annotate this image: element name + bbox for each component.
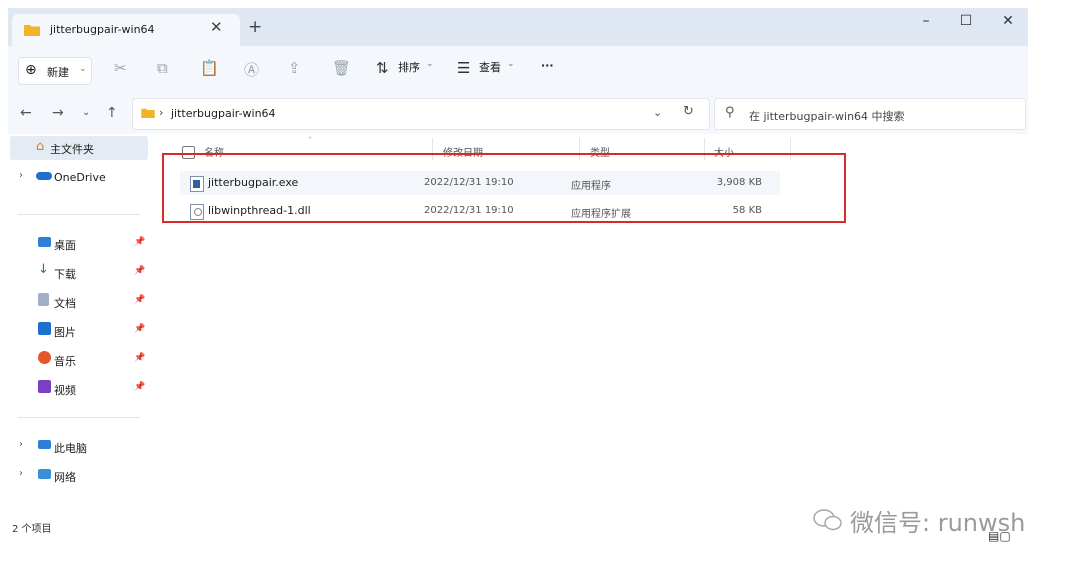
breadcrumb[interactable]: jitterbugpair-win64 — [171, 107, 276, 120]
new-label: 新建 — [47, 66, 69, 79]
folder-icon — [141, 108, 155, 118]
minimize-button[interactable]: – — [906, 13, 946, 29]
pin-icon[interactable]: 📌 — [134, 237, 145, 247]
search-box[interactable]: ⚲ 在 jitterbugpair-win64 中搜索 — [714, 98, 1026, 130]
new-tab-button[interactable]: + — [248, 17, 262, 37]
address-row: ← → ⌄ ↑ › jitterbugpair-win64 ⌄ ↻ ⚲ 在 ji… — [8, 94, 1028, 134]
sort-button[interactable]: 排序 — [398, 59, 420, 75]
sidebar-item-home[interactable]: ⌂ 主文件夹 — [10, 136, 148, 160]
folder-icon — [24, 25, 40, 36]
sidebar-item-downloads[interactable]: ↓ 下载 📌 — [8, 261, 145, 285]
sidebar-item-desktop[interactable]: 桌面 📌 — [8, 232, 145, 256]
search-placeholder: 在 jitterbugpair-win64 中搜索 — [749, 110, 905, 123]
sidebar-item-label: 此电脑 — [54, 442, 87, 455]
highlight-box — [162, 153, 846, 223]
desktop-icon — [38, 237, 51, 247]
delete-icon[interactable]: 🗑 — [332, 59, 351, 77]
music-icon — [38, 351, 51, 364]
up-arrow-icon[interactable]: ↑ — [106, 105, 118, 121]
video-icon — [38, 380, 51, 393]
view-chevron-icon: ⌄ — [507, 59, 515, 69]
wechat-icon — [813, 509, 842, 531]
sidebar-item-label: 主文件夹 — [50, 143, 94, 156]
status-item-count: 2 个项目 — [12, 524, 52, 535]
more-options-button[interactable]: ··· — [541, 59, 554, 72]
sort-ascending-icon: ˄ — [308, 136, 312, 145]
command-bar: ⊕ 新建 ⌄ ✂ ⧉ 📋 Ⓐ ⇪ 🗑 ⇅ 排序 ⌄ ☰ 查看 ⌄ ··· — [8, 46, 1028, 94]
pin-icon[interactable]: 📌 — [134, 295, 145, 305]
rename-icon[interactable]: Ⓐ — [244, 59, 259, 80]
plus-icon: ⊕ — [25, 62, 37, 78]
sidebar-item-music[interactable]: 音乐 📌 — [8, 348, 145, 372]
sort-icon: ⇅ — [376, 59, 389, 77]
picture-icon — [38, 322, 51, 335]
sidebar-item-label: 音乐 — [54, 355, 76, 368]
sidebar-item-label: 文档 — [54, 297, 76, 310]
navigation-pane: ⌂ 主文件夹 › OneDrive 桌面 📌 ↓ 下载 📌 文档 📌 图片 📌 — [8, 134, 152, 526]
view-icon: ☰ — [457, 59, 471, 77]
sidebar-item-label: 视频 — [54, 384, 76, 397]
pin-icon[interactable]: 📌 — [134, 324, 145, 334]
view-button[interactable]: 查看 — [479, 59, 501, 75]
pin-icon[interactable]: 📌 — [134, 353, 145, 363]
tab-title: jitterbugpair-win64 — [50, 23, 155, 36]
download-icon: ↓ — [38, 262, 49, 277]
new-button[interactable]: ⊕ 新建 ⌄ — [18, 57, 92, 85]
sidebar-item-network[interactable]: › 网络 — [8, 464, 144, 488]
pin-icon[interactable]: 📌 — [134, 266, 145, 276]
home-icon: ⌂ — [36, 139, 45, 154]
title-bar: jitterbugpair-win64 ✕ + – ☐ ✕ — [8, 8, 1028, 46]
sidebar-item-label: 下载 — [54, 268, 76, 281]
address-bar[interactable]: › jitterbugpair-win64 ⌄ ↻ — [132, 98, 710, 130]
refresh-icon[interactable]: ↻ — [683, 104, 694, 119]
expand-chevron-icon[interactable]: › — [19, 170, 23, 181]
sidebar-item-label: OneDrive — [54, 171, 106, 184]
sidebar-divider — [18, 214, 140, 215]
document-icon — [38, 293, 49, 306]
file-explorer-window: jitterbugpair-win64 ✕ + – ☐ ✕ ⊕ 新建 ⌄ ✂ ⧉… — [8, 8, 1028, 526]
sidebar-item-onedrive[interactable]: › OneDrive — [8, 166, 144, 190]
cloud-icon — [36, 172, 52, 180]
tab-close-icon[interactable]: ✕ — [210, 18, 223, 36]
sidebar-item-this-pc[interactable]: › 此电脑 — [8, 435, 144, 459]
computer-icon — [38, 440, 51, 449]
sidebar-item-label: 图片 — [54, 326, 76, 339]
close-button[interactable]: ✕ — [988, 13, 1028, 29]
pin-icon[interactable]: 📌 — [134, 382, 145, 392]
network-icon — [38, 469, 51, 479]
expand-chevron-icon[interactable]: › — [19, 439, 23, 450]
details-view-icon[interactable]: ▤▢ — [988, 529, 1011, 543]
share-icon[interactable]: ⇪ — [288, 59, 301, 77]
breadcrumb-separator-icon: › — [159, 106, 164, 119]
paste-icon[interactable]: 📋 — [200, 59, 219, 77]
sidebar-item-label: 网络 — [54, 471, 76, 484]
expand-chevron-icon[interactable]: › — [19, 468, 23, 479]
chevron-down-icon: ⌄ — [79, 64, 87, 74]
copy-icon[interactable]: ⧉ — [157, 59, 168, 77]
sidebar-item-pictures[interactable]: 图片 📌 — [8, 319, 145, 343]
tab-active[interactable]: jitterbugpair-win64 ✕ — [12, 14, 240, 46]
address-dropdown-icon[interactable]: ⌄ — [653, 106, 662, 119]
forward-arrow-icon[interactable]: → — [52, 105, 64, 121]
sidebar-item-documents[interactable]: 文档 📌 — [8, 290, 145, 314]
sidebar-item-videos[interactable]: 视频 📌 — [8, 377, 145, 401]
sidebar-divider — [18, 417, 140, 418]
cut-icon[interactable]: ✂ — [114, 59, 127, 77]
sort-chevron-icon: ⌄ — [426, 59, 434, 69]
sidebar-item-label: 桌面 — [54, 239, 76, 252]
search-icon: ⚲ — [725, 105, 735, 120]
recent-chevron-icon[interactable]: ⌄ — [82, 107, 90, 118]
maximize-button[interactable]: ☐ — [946, 13, 986, 29]
back-arrow-icon[interactable]: ← — [20, 105, 32, 121]
